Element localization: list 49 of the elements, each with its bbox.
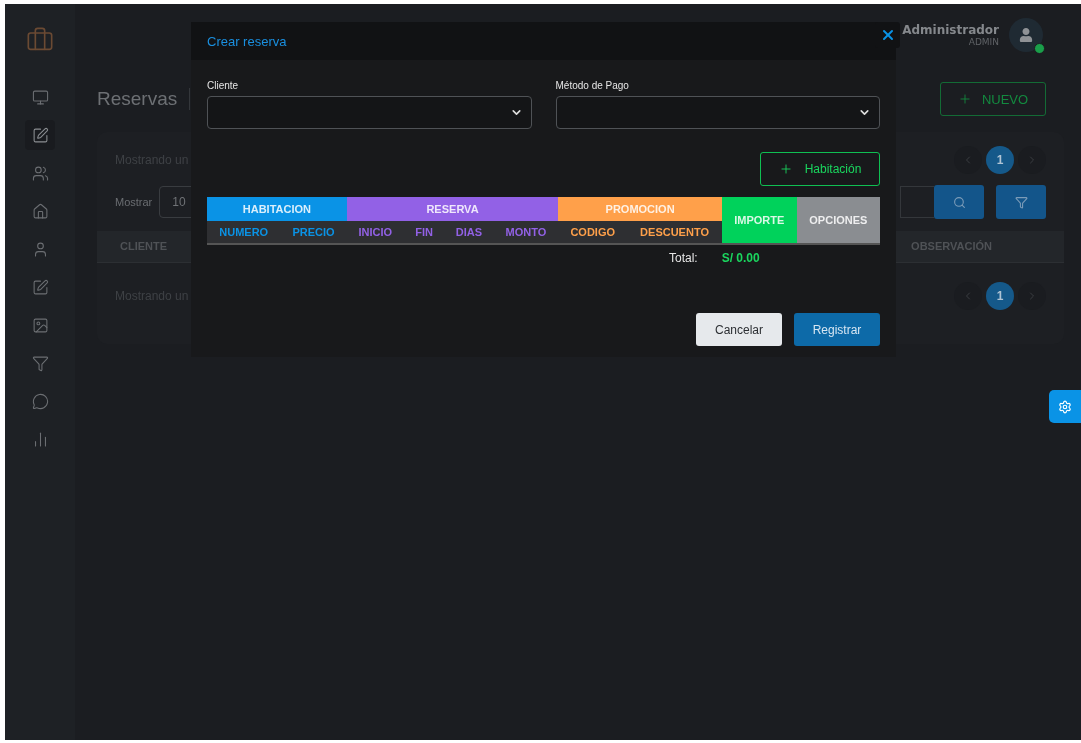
dialog-title: Crear reserva: [207, 33, 287, 49]
filter-icon: [31, 354, 49, 372]
column-header: DIAS: [444, 221, 494, 244]
plus-icon: [778, 162, 793, 176]
column-header: PRECIO: [280, 221, 347, 244]
group-header: RESERVA: [346, 197, 559, 221]
sidebar-item[interactable]: [25, 120, 55, 150]
settings-button[interactable]: [1049, 390, 1081, 423]
monitor-icon: [31, 88, 49, 106]
field-label: Método de Pago: [555, 80, 630, 91]
user-icon: [1019, 28, 1033, 42]
total-value: S/ 0.00: [721, 251, 760, 265]
total-label: Total:: [669, 251, 698, 265]
new-button[interactable]: NUEVO: [940, 82, 1046, 116]
column-header: FIN: [403, 221, 445, 244]
page-title: Reservas: [97, 88, 178, 110]
cancel-button[interactable]: Cancelar: [696, 313, 782, 346]
select-field[interactable]: [207, 96, 532, 129]
group-header: PROMOCION: [558, 197, 722, 221]
user-name: Administrador: [902, 23, 999, 37]
search-icon: [952, 195, 966, 209]
register-button[interactable]: Registrar: [794, 313, 880, 346]
chat-icon: [31, 392, 49, 410]
show-label: Mostrar: [115, 196, 153, 209]
column-header: INICIO: [346, 221, 404, 244]
page-button[interactable]: 1: [986, 282, 1014, 311]
select-field[interactable]: [555, 96, 880, 129]
image-icon: [31, 316, 49, 334]
edit-icon: [31, 278, 49, 296]
edit-icon: [31, 126, 49, 144]
plus-icon: [957, 92, 972, 106]
home-icon: [31, 202, 49, 220]
column-header: NUMERO: [207, 221, 281, 244]
column-header: IMPORTE: [721, 197, 797, 244]
user-role: ADMIN: [968, 37, 999, 47]
column-header: CODIGO: [558, 221, 628, 244]
filter-icon: [1014, 195, 1028, 209]
users-icon: [31, 164, 49, 182]
field-label: Cliente: [207, 80, 240, 91]
user-avatar[interactable]: [1009, 18, 1043, 52]
column-header: OPCIONES: [796, 197, 880, 244]
page-button[interactable]: 1: [986, 146, 1014, 174]
add-room-button[interactable]: Habitación: [760, 152, 880, 186]
settings-icon: [1058, 399, 1072, 414]
column-header: DESCUENTO: [627, 221, 722, 244]
group-header: HABITACION: [207, 197, 347, 221]
search-button[interactable]: [934, 185, 984, 220]
column-header: MONTO: [493, 221, 559, 244]
filter-button[interactable]: [996, 185, 1046, 220]
